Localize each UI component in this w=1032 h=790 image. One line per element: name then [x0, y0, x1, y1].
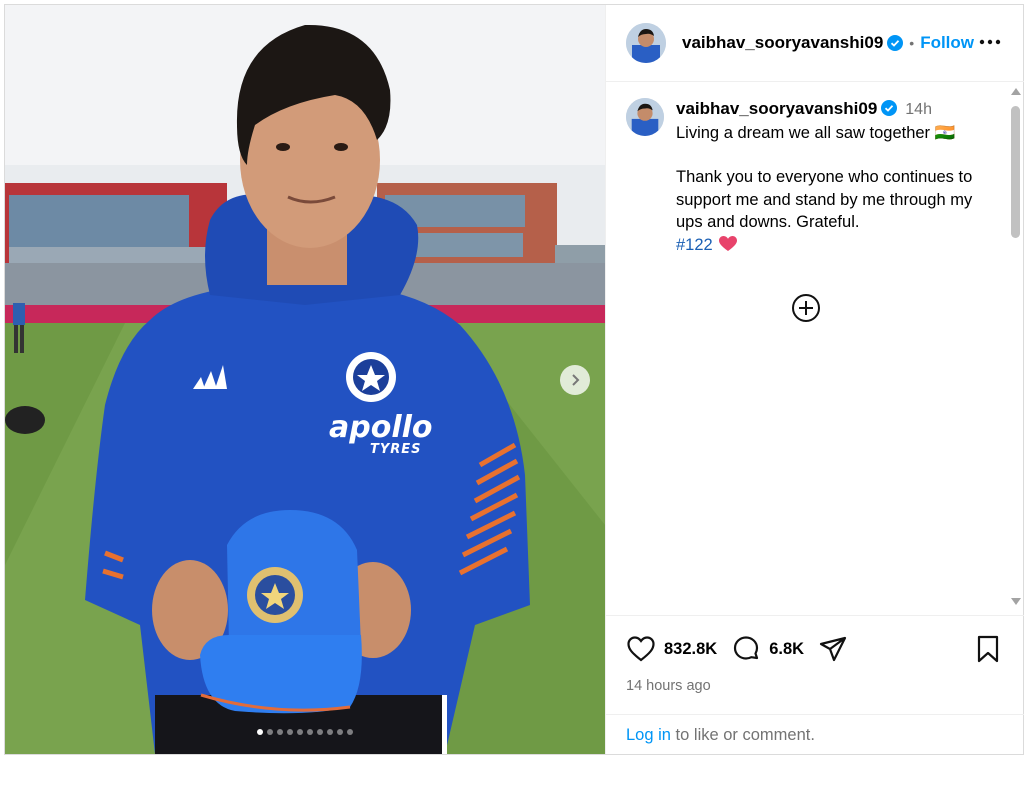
caption-body: vaibhav_sooryavanshi09 14h Living a dream… — [676, 98, 991, 256]
caption: vaibhav_sooryavanshi09 14h Living a dream… — [626, 98, 991, 256]
post-media[interactable]: apollo TYRES — [5, 5, 605, 754]
scroll-up-arrow-icon[interactable] — [1011, 88, 1021, 95]
follow-button[interactable]: Follow — [920, 33, 974, 53]
slide-dot — [307, 729, 313, 735]
slide-dot — [337, 729, 343, 735]
likes-count[interactable]: 832.8K — [664, 640, 717, 659]
username[interactable]: vaibhav_sooryavanshi09 — [682, 33, 883, 53]
verified-badge-icon — [881, 100, 898, 116]
comments-count[interactable]: 6.8K — [769, 640, 804, 659]
slide-dot — [327, 729, 333, 735]
action-row: 832.8K 6.8K — [626, 634, 848, 664]
avatar-image — [626, 98, 664, 136]
post-header: vaibhav_sooryavanshi09 • Follow — [606, 5, 1024, 82]
verified-badge-icon — [887, 35, 904, 51]
login-prompt-text: to like or comment. — [670, 726, 815, 744]
instagram-post: apollo TYRES vaibhav_sooryavanshi09 • Fo… — [4, 4, 1024, 755]
avatar[interactable] — [626, 23, 666, 63]
slide-dot — [347, 729, 353, 735]
post-side-panel: vaibhav_sooryavanshi09 • Follow vaibhav_… — [605, 5, 1024, 754]
heart-emoji-icon — [718, 235, 737, 251]
slide-dot — [297, 729, 303, 735]
sponsor-main: apollo — [329, 410, 433, 445]
like-heart-icon[interactable] — [626, 634, 656, 664]
separator-dot: • — [909, 35, 915, 51]
comment-icon[interactable] — [731, 634, 761, 664]
scroll-down-arrow-icon[interactable] — [1011, 598, 1021, 605]
more-options-icon[interactable] — [978, 32, 1002, 52]
caption-area[interactable]: vaibhav_sooryavanshi09 14h Living a dream… — [606, 82, 1024, 615]
login-link[interactable]: Log in — [626, 726, 671, 744]
post-photo — [5, 5, 605, 754]
caption-scrollbar[interactable] — [1007, 82, 1024, 615]
sponsor-sub: TYRES — [369, 442, 422, 457]
post-actions: 832.8K 6.8K 14 hours ago Log in to like … — [606, 615, 1024, 755]
caption-avatar[interactable] — [626, 98, 664, 136]
slide-dot — [257, 729, 263, 735]
caption-line-1: Living a dream we all saw together 🇮🇳 — [676, 123, 956, 142]
caption-username[interactable]: vaibhav_sooryavanshi09 — [676, 99, 877, 118]
post-timestamp[interactable]: 14 hours ago — [626, 678, 711, 694]
login-prompt: Log in to like or comment. — [606, 714, 1024, 756]
slide-dot — [317, 729, 323, 735]
save-bookmark-icon[interactable] — [974, 634, 1002, 664]
slide-dot — [287, 729, 293, 735]
slide-indicator — [5, 729, 605, 735]
share-send-icon[interactable] — [818, 634, 848, 664]
load-more-comments-icon[interactable] — [791, 293, 821, 323]
caption-time[interactable]: 14h — [905, 101, 932, 118]
slide-dot — [267, 729, 273, 735]
caption-line-2: Thank you to everyone who continues to s… — [676, 168, 973, 231]
jersey-sponsor-text: apollo TYRES — [329, 410, 433, 457]
next-slide-button[interactable] — [560, 365, 590, 395]
slide-dot — [277, 729, 283, 735]
avatar-image — [626, 23, 666, 63]
chevron-right-icon — [572, 374, 580, 386]
hashtag-link[interactable]: #122 — [676, 236, 713, 254]
scrollbar-thumb[interactable] — [1011, 106, 1020, 238]
